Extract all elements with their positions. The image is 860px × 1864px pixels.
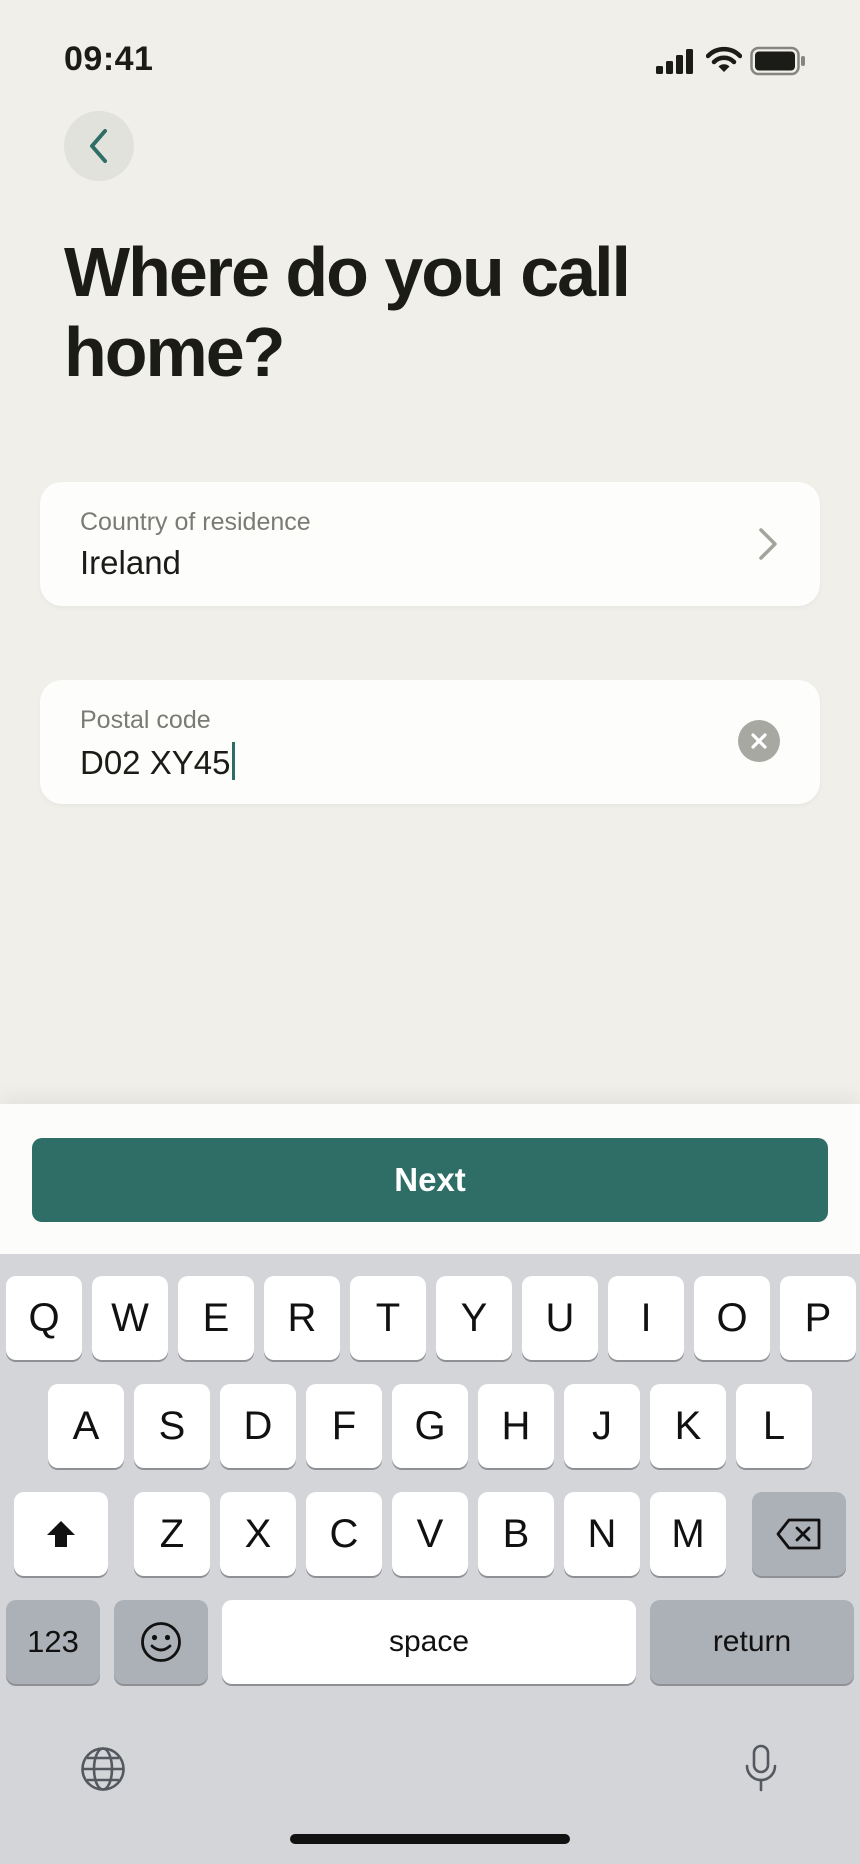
shift-key[interactable] bbox=[14, 1492, 108, 1576]
key-o[interactable]: O bbox=[694, 1276, 770, 1360]
status-time: 09:41 bbox=[64, 40, 154, 78]
country-field-label: Country of residence bbox=[80, 508, 311, 536]
key-a[interactable]: A bbox=[48, 1384, 124, 1468]
key-s[interactable]: S bbox=[134, 1384, 210, 1468]
clear-input-button[interactable] bbox=[738, 720, 780, 762]
key-f[interactable]: F bbox=[306, 1384, 382, 1468]
postal-code-field[interactable]: Postal code D02 XY45 bbox=[40, 680, 820, 804]
text-cursor bbox=[232, 742, 236, 780]
key-m[interactable]: M bbox=[650, 1492, 726, 1576]
wifi-icon bbox=[706, 46, 742, 72]
key-h[interactable]: H bbox=[478, 1384, 554, 1468]
key-p[interactable]: P bbox=[780, 1276, 856, 1360]
battery-icon bbox=[750, 46, 805, 76]
country-field-value: Ireland bbox=[80, 544, 181, 581]
emoji-icon bbox=[141, 1622, 181, 1662]
key-y[interactable]: Y bbox=[436, 1276, 512, 1360]
key-b[interactable]: B bbox=[478, 1492, 554, 1576]
return-key[interactable]: return bbox=[650, 1600, 854, 1684]
microphone-icon[interactable] bbox=[744, 1744, 778, 1792]
back-button[interactable] bbox=[64, 111, 134, 181]
key-k[interactable]: K bbox=[650, 1384, 726, 1468]
key-l[interactable]: L bbox=[736, 1384, 812, 1468]
status-bar: 09:41 bbox=[0, 0, 860, 110]
key-q[interactable]: Q bbox=[6, 1276, 82, 1360]
key-j[interactable]: J bbox=[564, 1384, 640, 1468]
postal-field-input[interactable]: D02 XY45 bbox=[80, 742, 236, 782]
cellular-signal-icon bbox=[656, 49, 693, 74]
country-of-residence-field[interactable]: Country of residence Ireland bbox=[40, 482, 820, 606]
key-g[interactable]: G bbox=[392, 1384, 468, 1468]
key-x[interactable]: X bbox=[220, 1492, 296, 1576]
space-key[interactable]: space bbox=[222, 1600, 636, 1684]
key-e[interactable]: E bbox=[178, 1276, 254, 1360]
key-z[interactable]: Z bbox=[134, 1492, 210, 1576]
page-title: Where do you call home? bbox=[64, 233, 631, 391]
key-w[interactable]: W bbox=[92, 1276, 168, 1360]
chevron-right-icon bbox=[759, 528, 777, 560]
home-indicator bbox=[290, 1834, 570, 1844]
close-icon bbox=[751, 733, 767, 749]
key-d[interactable]: D bbox=[220, 1384, 296, 1468]
key-v[interactable]: V bbox=[392, 1492, 468, 1576]
key-r[interactable]: R bbox=[264, 1276, 340, 1360]
keyboard: Q W E R T Y U I O P A S D F G H J K L Z … bbox=[0, 1254, 860, 1864]
delete-key[interactable] bbox=[752, 1492, 846, 1576]
emoji-key[interactable] bbox=[114, 1600, 208, 1684]
postal-field-label: Postal code bbox=[80, 706, 211, 734]
numbers-key[interactable]: 123 bbox=[6, 1600, 100, 1684]
postal-field-value: D02 XY45 bbox=[80, 744, 231, 781]
key-n[interactable]: N bbox=[564, 1492, 640, 1576]
key-i[interactable]: I bbox=[608, 1276, 684, 1360]
next-button[interactable]: Next bbox=[32, 1138, 828, 1222]
delete-backspace-icon bbox=[776, 1518, 821, 1550]
key-u[interactable]: U bbox=[522, 1276, 598, 1360]
shift-icon bbox=[47, 1521, 75, 1547]
globe-icon[interactable] bbox=[80, 1746, 126, 1792]
chevron-left-icon bbox=[90, 129, 107, 163]
bottom-action-panel: Next bbox=[0, 1104, 860, 1254]
key-c[interactable]: C bbox=[306, 1492, 382, 1576]
key-t[interactable]: T bbox=[350, 1276, 426, 1360]
